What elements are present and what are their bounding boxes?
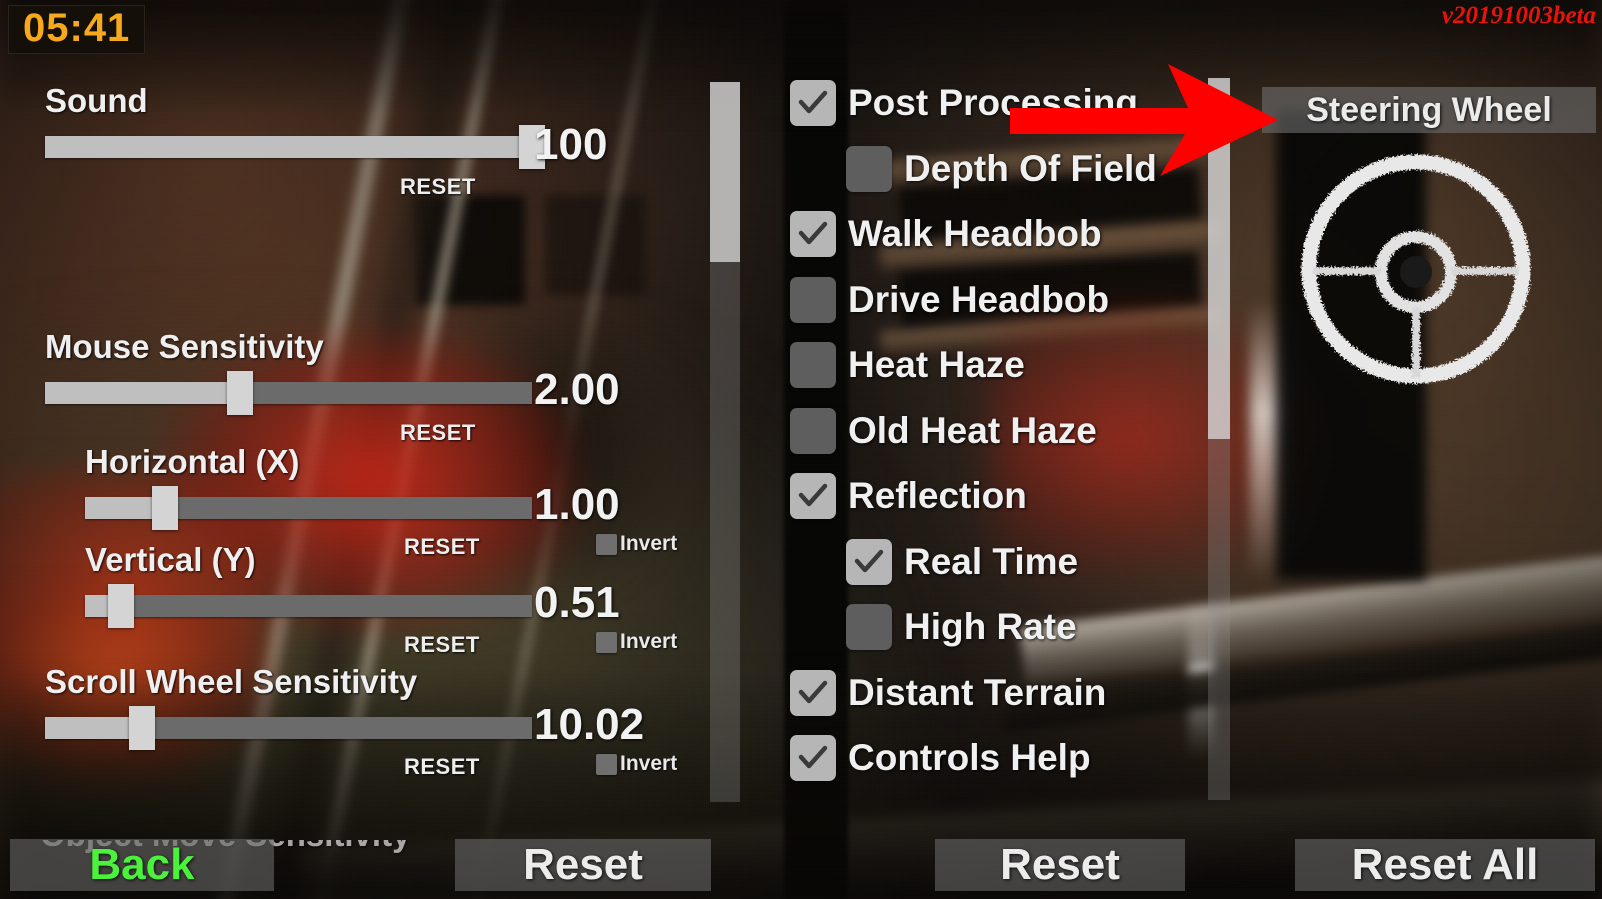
slider-track-sound[interactable]: [45, 136, 532, 158]
slider-value-horizontal-x: 1.00: [534, 480, 620, 529]
slider-track-scroll-wheel-sensitivity[interactable]: [45, 717, 532, 739]
option-label-distant-terrain: Distant Terrain: [848, 671, 1107, 713]
checkbox-walk-headbob[interactable]: [790, 211, 836, 257]
scrollbar-left-thumb[interactable]: [710, 82, 740, 262]
slider-reset-horizontal-x[interactable]: RESET: [404, 534, 480, 560]
slider-value-sound: 100: [534, 120, 608, 169]
option-label-walk-headbob: Walk Headbob: [848, 213, 1102, 254]
option-label-real-time: Real Time: [904, 540, 1079, 582]
slider-label-sound: Sound: [45, 82, 148, 119]
option-row-drive-headbob[interactable]: Drive Headbob: [790, 275, 1109, 325]
option-label-post-processing: Post Processing: [848, 82, 1138, 123]
slider-track-mouse-sensitivity[interactable]: [45, 382, 532, 404]
slider-label-scroll-wheel-sensitivity: Scroll Wheel Sensitivity: [45, 663, 418, 700]
invert-checkbox-vertical-y[interactable]: [596, 631, 617, 653]
option-label-controls-help: Controls Help: [848, 737, 1091, 778]
slider-label-vertical-y: Vertical (Y): [85, 541, 256, 578]
checkbox-controls-help[interactable]: [790, 735, 836, 781]
option-label-high-rate: High Rate: [904, 606, 1077, 647]
option-label-drive-headbob: Drive Headbob: [848, 278, 1110, 320]
slider-fill-scroll-wheel-sensitivity: [45, 717, 143, 739]
checkbox-drive-headbob[interactable]: [790, 276, 836, 323]
option-row-post-processing[interactable]: Post Processing: [790, 78, 1138, 128]
checkbox-reflection[interactable]: [790, 473, 836, 519]
checkbox-high-rate[interactable]: [846, 604, 892, 650]
option-label-heat-haze: Heat Haze: [848, 344, 1025, 385]
invert-label-scroll-wheel-sensitivity: Invert: [620, 752, 678, 775]
slider-label-mouse-sensitivity: Mouse Sensitivity: [45, 328, 324, 365]
option-row-heat-haze[interactable]: Heat Haze: [790, 340, 1025, 390]
graphics-options-column: Post Processing Depth Of Field Walk Headbo…: [790, 78, 1210, 808]
slider-reset-sound[interactable]: RESET: [400, 174, 476, 200]
option-row-controls-help[interactable]: Controls Help: [790, 733, 1091, 783]
reset-middle-button-label: Reset: [1000, 840, 1120, 889]
reset-left-button[interactable]: Reset: [455, 839, 711, 891]
invert-checkbox-horizontal-x[interactable]: [596, 533, 617, 555]
checkbox-distant-terrain[interactable]: [790, 669, 836, 716]
slider-handle-horizontal-x[interactable]: [152, 486, 179, 530]
checkbox-old-heat-haze[interactable]: [790, 407, 836, 454]
invert-label-vertical-y: Invert: [620, 630, 678, 653]
invert-label-horizontal-x: Invert: [620, 532, 678, 555]
slider-handle-mouse-sensitivity[interactable]: [226, 371, 253, 415]
slider-reset-mouse-sensitivity[interactable]: RESET: [400, 420, 476, 446]
slider-value-vertical-y: 0.51: [534, 578, 620, 627]
slider-fill-sound: [45, 136, 532, 158]
slider-handle-scroll-wheel-sensitivity[interactable]: [129, 706, 156, 750]
game-clock: 05:41: [8, 5, 146, 54]
checkbox-heat-haze[interactable]: [790, 342, 836, 388]
option-row-old-heat-haze[interactable]: Old Heat Haze: [790, 406, 1097, 456]
option-label-old-heat-haze: Old Heat Haze: [848, 409, 1097, 451]
invert-toggle-horizontal-x[interactable]: Invert: [596, 532, 677, 556]
option-label-reflection: Reflection: [848, 475, 1027, 516]
reset-all-button[interactable]: Reset All: [1295, 839, 1595, 891]
checkbox-post-processing[interactable]: [790, 80, 836, 126]
steering-wheel-button-label: Steering Wheel: [1306, 90, 1552, 129]
option-row-depth-of-field[interactable]: Depth Of Field: [846, 144, 1157, 194]
reset-left-button-label: Reset: [523, 840, 643, 889]
settings-menu-overlay: 05:41 v20191003beta Sound 100 RESET Mous…: [0, 0, 1602, 899]
scrollbar-middle-thumb[interactable]: [1208, 78, 1230, 439]
back-button[interactable]: Back: [10, 839, 274, 891]
checkbox-depth-of-field[interactable]: [846, 145, 892, 192]
option-row-high-rate[interactable]: High Rate: [846, 602, 1077, 652]
invert-toggle-vertical-y[interactable]: Invert: [596, 630, 677, 654]
steering-wheel-button[interactable]: Steering Wheel: [1262, 87, 1596, 133]
option-row-distant-terrain[interactable]: Distant Terrain: [790, 668, 1106, 718]
slider-handle-vertical-y[interactable]: [107, 584, 134, 628]
option-row-real-time[interactable]: Real Time: [846, 537, 1078, 587]
slider-reset-scroll-wheel-sensitivity[interactable]: RESET: [404, 754, 480, 780]
slider-track-vertical-y[interactable]: [85, 595, 532, 617]
slider-label-horizontal-x: Horizontal (X): [85, 443, 300, 480]
invert-checkbox-scroll-wheel-sensitivity[interactable]: [596, 753, 617, 775]
slider-fill-mouse-sensitivity: [45, 382, 240, 404]
option-row-reflection[interactable]: Reflection: [790, 471, 1027, 521]
slider-reset-vertical-y[interactable]: RESET: [404, 632, 480, 658]
audio-and-mouse-settings-column: Sound 100 RESET Mouse Sensitivity 2.00 R…: [0, 60, 700, 853]
invert-toggle-scroll-wheel-sensitivity[interactable]: Invert: [596, 752, 677, 776]
version-label: v20191003beta: [1441, 2, 1596, 29]
reset-all-button-label: Reset All: [1351, 840, 1539, 889]
option-label-depth-of-field: Depth Of Field: [904, 147, 1157, 189]
reset-middle-button[interactable]: Reset: [935, 839, 1185, 891]
slider-value-scroll-wheel-sensitivity: 10.02: [534, 700, 645, 749]
option-row-walk-headbob[interactable]: Walk Headbob: [790, 209, 1102, 259]
scrollbar-left-panel[interactable]: [710, 82, 740, 802]
slider-value-mouse-sensitivity: 2.00: [534, 365, 620, 414]
back-button-label: Back: [89, 840, 195, 889]
steering-wheel-icon: [1293, 146, 1539, 392]
checkbox-real-time[interactable]: [846, 538, 892, 585]
scrollbar-middle-panel[interactable]: [1208, 78, 1230, 800]
